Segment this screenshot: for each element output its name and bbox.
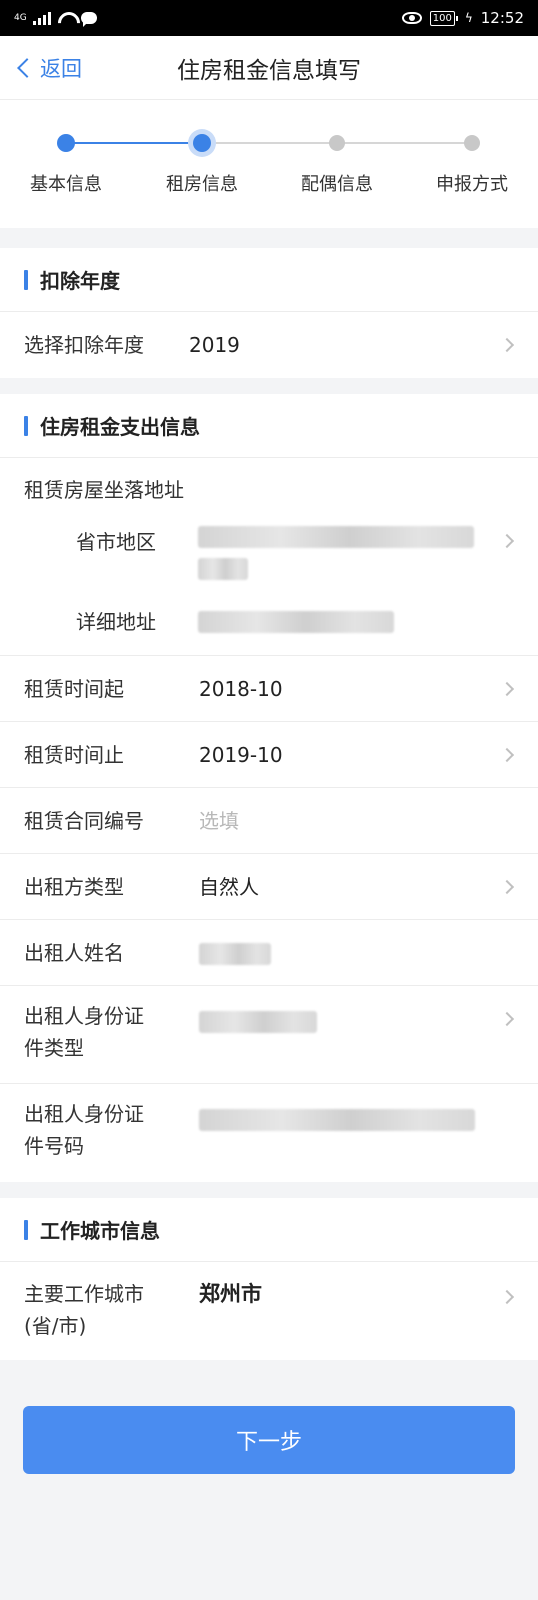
landlord-name-row[interactable]: 出租人姓名 <box>0 920 538 986</box>
work-city-value: 郑州市 <box>199 1282 262 1306</box>
status-left: 4G <box>14 11 97 27</box>
lease-end-label: 租赁时间止 <box>24 742 124 767</box>
landlord-id-type-row[interactable]: 出租人身份证 件类型 <box>0 986 538 1084</box>
region-row[interactable]: 省市地区 <box>0 506 538 594</box>
section-work-city: 工作城市信息 主要工作城市 (省/市) 郑州市 <box>0 1198 538 1360</box>
page-title: 住房租金信息填写 <box>177 57 361 84</box>
back-label: 返回 <box>40 57 82 81</box>
network-type: 4G <box>14 13 27 23</box>
step-label-declare: 申报方式 <box>436 174 508 195</box>
address-label: 租赁房屋坐落地址 <box>24 478 184 502</box>
landlord-name-label: 出租人姓名 <box>24 940 124 965</box>
battery-level: 100 <box>432 12 452 24</box>
step-label-basic: 基本信息 <box>30 174 102 195</box>
nav-bar: 返回 住房租金信息填写 <box>0 36 538 100</box>
step-dot-1 <box>57 134 75 152</box>
lease-start-row[interactable]: 租赁时间起 2018-10 <box>0 656 538 722</box>
step-dot-2 <box>193 134 211 152</box>
work-city-label: 主要工作城市 (省/市) <box>24 1282 144 1338</box>
lease-start-value: 2018-10 <box>199 676 283 701</box>
step-dot-4 <box>464 135 480 151</box>
step-label-rent: 租房信息 <box>166 174 238 195</box>
region-label: 省市地区 <box>76 530 156 554</box>
next-button-wrap: 下一步 <box>0 1360 538 1474</box>
contract-number-row[interactable]: 租赁合同编号 选填 <box>0 788 538 854</box>
landlord-type-label: 出租方类型 <box>24 874 124 899</box>
wifi-icon <box>57 11 75 25</box>
landlord-id-number-label: 出租人身份证 件号码 <box>24 1102 144 1158</box>
step-line-done <box>66 142 198 144</box>
step-progress: 基本信息 租房信息 配偶信息 申报方式 <box>0 100 538 228</box>
section-title: 住房租金支出信息 <box>40 415 200 439</box>
status-right: 100 ϟ 12:52 <box>401 9 524 27</box>
status-time: 12:52 <box>480 9 524 27</box>
deduction-year-label: 选择扣除年度 <box>24 333 144 357</box>
section-accent-bar <box>24 415 28 436</box>
landlord-id-number-row[interactable]: 出租人身份证 件号码 <box>0 1084 538 1182</box>
section-header: 住房租金支出信息 <box>0 394 538 458</box>
status-bar: 4G 100 ϟ 12:52 <box>0 0 538 36</box>
section-accent-bar <box>24 269 28 290</box>
landlord-type-row[interactable]: 出租方类型 自然人 <box>0 854 538 920</box>
landlord-name-redacted <box>199 943 271 965</box>
detail-address-label: 详细地址 <box>76 610 156 634</box>
signal-icon <box>32 11 51 25</box>
section-rent-info: 住房租金支出信息 租赁房屋坐落地址 省市地区 详细地址 租赁时间起 2018-1… <box>0 394 538 1182</box>
charging-icon: ϟ <box>464 11 473 25</box>
chevron-left-icon <box>17 58 37 78</box>
deduction-year-row[interactable]: 选择扣除年度 2019 <box>0 312 538 378</box>
section-title: 扣除年度 <box>40 269 120 293</box>
lease-start-label: 租赁时间起 <box>24 676 124 701</box>
section-deduction-year: 扣除年度 选择扣除年度 2019 <box>0 248 538 378</box>
section-title: 工作城市信息 <box>40 1219 160 1243</box>
lease-end-row[interactable]: 租赁时间止 2019-10 <box>0 722 538 788</box>
contract-number-label: 租赁合同编号 <box>24 808 144 833</box>
battery-icon: 100 <box>429 10 458 26</box>
section-accent-bar <box>24 1219 28 1240</box>
lease-end-value: 2019-10 <box>199 742 283 767</box>
detail-address-row[interactable]: 详细地址 <box>0 594 538 656</box>
work-city-row[interactable]: 主要工作城市 (省/市) 郑州市 <box>0 1262 538 1360</box>
landlord-id-type-label: 出租人身份证 件类型 <box>24 1004 144 1060</box>
back-button[interactable]: 返回 <box>17 36 82 100</box>
detail-address-redacted <box>198 611 394 633</box>
chevron-right-icon <box>499 533 515 549</box>
contract-number-input[interactable]: 选填 <box>199 805 514 837</box>
step-label-spouse: 配偶信息 <box>301 174 373 195</box>
section-header: 扣除年度 <box>0 248 538 312</box>
deduction-year-value: 2019 <box>189 333 240 357</box>
region-value-redacted <box>198 526 474 580</box>
address-group-header: 租赁房屋坐落地址 <box>0 458 538 506</box>
landlord-id-type-redacted <box>199 1010 317 1033</box>
section-header: 工作城市信息 <box>0 1198 538 1262</box>
message-icon <box>80 12 97 27</box>
eye-comfort-icon <box>401 12 422 24</box>
step-dot-3 <box>329 135 345 151</box>
next-step-button[interactable]: 下一步 <box>23 1406 515 1474</box>
landlord-id-number-redacted <box>199 1108 475 1131</box>
landlord-type-value: 自然人 <box>199 874 259 899</box>
